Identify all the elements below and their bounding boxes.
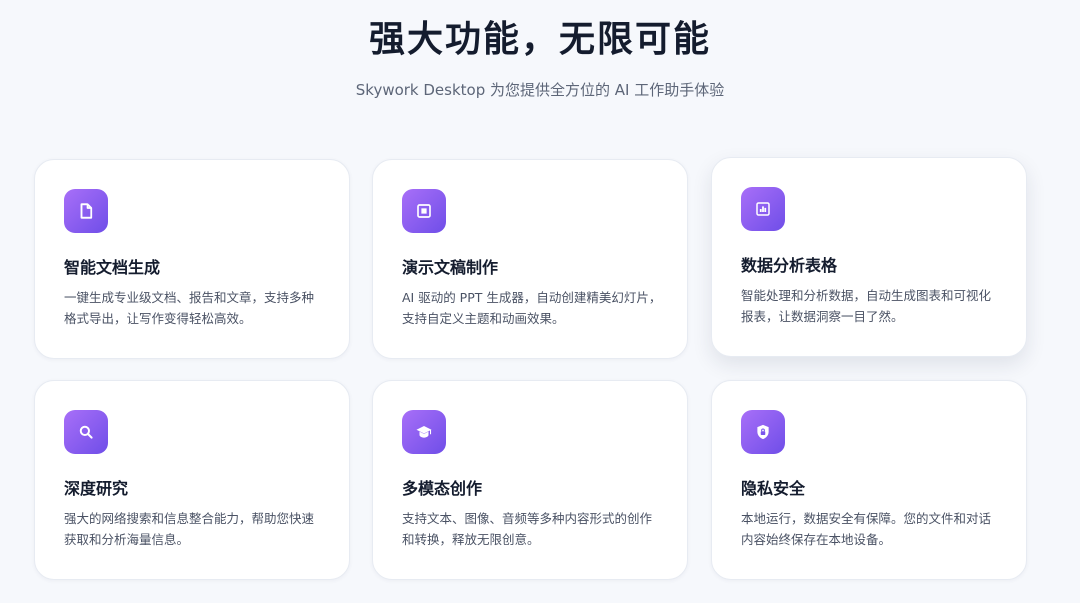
feature-description: 强大的网络搜索和信息整合能力，帮助您快速获取和分析海量信息。 [64,511,315,547]
shield-lock-icon [741,410,785,454]
feature-card-data-analysis: 数据分析表格 智能处理和分析数据，自动生成图表和可视化报表，让数据洞察一目了然。 [711,157,1027,357]
feature-title: 深度研究 [64,479,129,498]
feature-description: 本地运行，数据安全有保障。您的文件和对话内容始终保存在本地设备。 [741,511,992,547]
document-icon [64,189,108,233]
feature-card-document-generation: 智能文档生成 一键生成专业级文档、报告和文章，支持多种格式导出，让写作变得轻松高… [34,159,350,359]
feature-description: 支持文本、图像、音频等多种内容形式的创作和转换，释放无限创意。 [402,511,653,547]
feature-card-deep-research: 深度研究 强大的网络搜索和信息整合能力，帮助您快速获取和分析海量信息。 [34,380,350,580]
feature-title: 演示文稿制作 [402,258,499,277]
feature-title: 智能文档生成 [64,258,161,277]
section-title: 强大功能，无限可能 [368,19,711,60]
feature-title: 多模态创作 [402,479,483,498]
feature-title: 隐私安全 [741,479,806,498]
presentation-icon [402,189,446,233]
feature-card-presentation: 演示文稿制作 AI 驱动的 PPT 生成器，自动创建精美幻灯片，支持自定义主题和… [372,159,688,359]
feature-description: 一键生成专业级文档、报告和文章，支持多种格式导出，让写作变得轻松高效。 [64,290,315,326]
feature-description: 智能处理和分析数据，自动生成图表和可视化报表，让数据洞察一目了然。 [741,288,992,324]
features-section: 强大功能，无限可能 Skywork Desktop 为您提供全方位的 AI 工作… [0,0,1080,603]
graduation-cap-icon [402,410,446,454]
feature-card-privacy: 隐私安全 本地运行，数据安全有保障。您的文件和对话内容始终保存在本地设备。 [711,380,1027,580]
chart-icon [741,187,785,231]
feature-description: AI 驱动的 PPT 生成器，自动创建精美幻灯片，支持自定义主题和动画效果。 [402,290,662,326]
feature-title: 数据分析表格 [741,256,838,275]
feature-card-multimodal: 多模态创作 支持文本、图像、音频等多种内容形式的创作和转换，释放无限创意。 [372,380,688,580]
section-subtitle: Skywork Desktop 为您提供全方位的 AI 工作助手体验 [355,81,725,99]
search-icon [64,410,108,454]
